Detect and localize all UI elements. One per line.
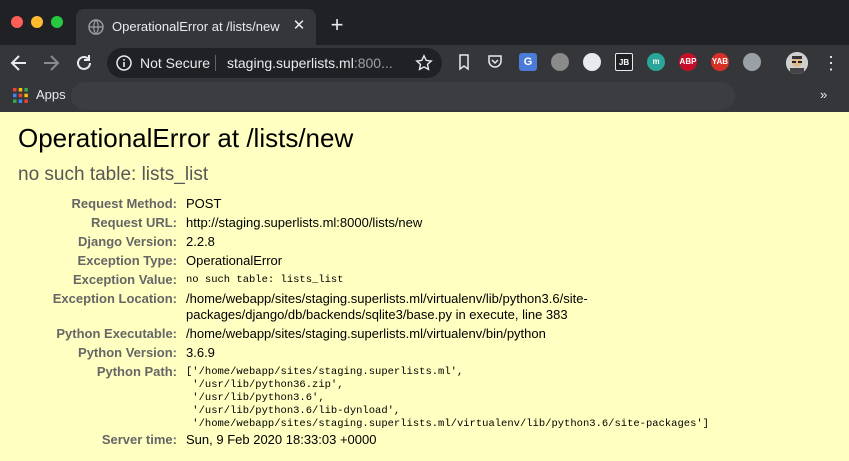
tab-strip: OperationalError at /lists/new ✕ + <box>0 0 849 45</box>
url-port: :800... <box>353 55 393 71</box>
gear-extension-icon[interactable] <box>551 53 569 71</box>
meta-label: Python Path: <box>96 364 177 379</box>
meta-label: Request Method: <box>71 196 177 211</box>
meta-label: Python Version: <box>78 345 177 360</box>
meta-label: Exception Location: <box>52 291 177 306</box>
back-icon[interactable] <box>8 52 30 74</box>
tab-title: OperationalError at /lists/new <box>112 19 280 34</box>
globe-icon <box>88 19 104 35</box>
bookmark-star-icon[interactable] <box>415 54 433 72</box>
meta-row: Request Method: POST <box>0 196 849 212</box>
django-error-page: OperationalError at /lists/new no such t… <box>0 112 849 461</box>
apps-grid-icon[interactable] <box>13 88 28 103</box>
new-tab-button[interactable]: + <box>327 14 347 36</box>
meta-row: Django Version: 2.2.8 <box>0 234 849 250</box>
bookmark-icon[interactable] <box>455 53 473 71</box>
security-label[interactable]: Not Secure <box>140 55 210 71</box>
meta-row: Exception Location: /home/webapp/sites/st… <box>0 291 849 323</box>
reload-icon[interactable] <box>73 52 95 74</box>
adblock-plus-icon[interactable]: ABP <box>679 53 697 71</box>
bookmarks-bar: Apps » <box>0 81 849 112</box>
browser-tab[interactable]: OperationalError at /lists/new ✕ <box>76 9 316 45</box>
info-icon[interactable] <box>116 55 132 71</box>
meta-value: ['/home/webapp/sites/staging.superlists.… <box>186 366 709 430</box>
page-title: OperationalError at /lists/new <box>18 123 354 153</box>
meta-row: Server time: Sun, 9 Feb 2020 18:33:03 +00… <box>0 432 849 448</box>
browser-toolbar: Not Secure staging.superlists.ml:800... … <box>0 45 849 81</box>
meta-value: OperationalError <box>186 253 283 268</box>
m-extension-icon[interactable]: m <box>647 53 665 71</box>
meta-value: http://staging.superlists.ml:8000/lists/… <box>186 215 423 230</box>
close-window-button[interactable] <box>11 16 23 28</box>
meta-row: Exception Value: no such table: lists_lis… <box>0 272 849 288</box>
bookmarks-area <box>71 82 735 110</box>
maximize-window-button[interactable] <box>51 16 63 28</box>
meta-label: Exception Type: <box>77 253 177 268</box>
pocket-icon[interactable] <box>486 53 504 71</box>
meta-row: Request URL: http://staging.superlists.ml… <box>0 215 849 231</box>
meta-row: Python Path: ['/home/webapp/sites/staging… <box>0 364 849 430</box>
meta-value: /home/webapp/sites/staging.superlists.ml… <box>186 326 546 341</box>
url-host: staging.superlists.ml <box>227 55 354 71</box>
apps-bookmark[interactable]: Apps <box>36 87 66 102</box>
meta-label: Python Executable: <box>56 326 177 341</box>
google-drive-icon[interactable] <box>743 53 761 71</box>
jb-extension-icon[interactable]: JB <box>615 53 633 71</box>
minimize-window-button[interactable] <box>31 16 43 28</box>
meta-label: Exception Value: <box>72 272 177 287</box>
yab-extension-icon[interactable]: YAB <box>711 53 729 71</box>
browser-menu-icon[interactable]: ⋮ <box>822 53 840 73</box>
meta-value: /home/webapp/sites/staging.superlists.ml… <box>186 291 588 322</box>
meta-value: 2.2.8 <box>186 234 215 249</box>
meta-row: Python Version: 3.6.9 <box>0 345 849 361</box>
avatar[interactable] <box>786 52 808 74</box>
avatar-image-icon <box>786 52 808 74</box>
more-bookmarks-button[interactable]: » <box>820 87 827 102</box>
meta-row: Python Executable: /home/webapp/sites/sta… <box>0 326 849 342</box>
meta-value: POST <box>186 196 222 211</box>
meta-label: Django Version: <box>78 234 177 249</box>
google-translate-icon[interactable]: G <box>519 53 537 71</box>
meta-label: Request URL: <box>91 215 177 230</box>
url-text[interactable]: staging.superlists.ml:800... <box>227 55 393 71</box>
omnibox-divider <box>215 55 216 71</box>
meta-value: 3.6.9 <box>186 345 215 360</box>
diamond-extension-icon[interactable] <box>583 53 601 71</box>
meta-value: no such table: lists_list <box>186 274 344 286</box>
meta-value: Sun, 9 Feb 2020 18:33:03 +0000 <box>186 432 377 447</box>
address-bar[interactable]: Not Secure staging.superlists.ml:800... <box>107 48 442 78</box>
forward-icon[interactable] <box>40 52 62 74</box>
meta-label: Server time: <box>101 432 177 447</box>
page-subtitle: no such table: lists_list <box>18 164 209 185</box>
meta-row: Exception Type: OperationalError <box>0 253 849 269</box>
tab-close-icon[interactable]: ✕ <box>291 18 307 34</box>
